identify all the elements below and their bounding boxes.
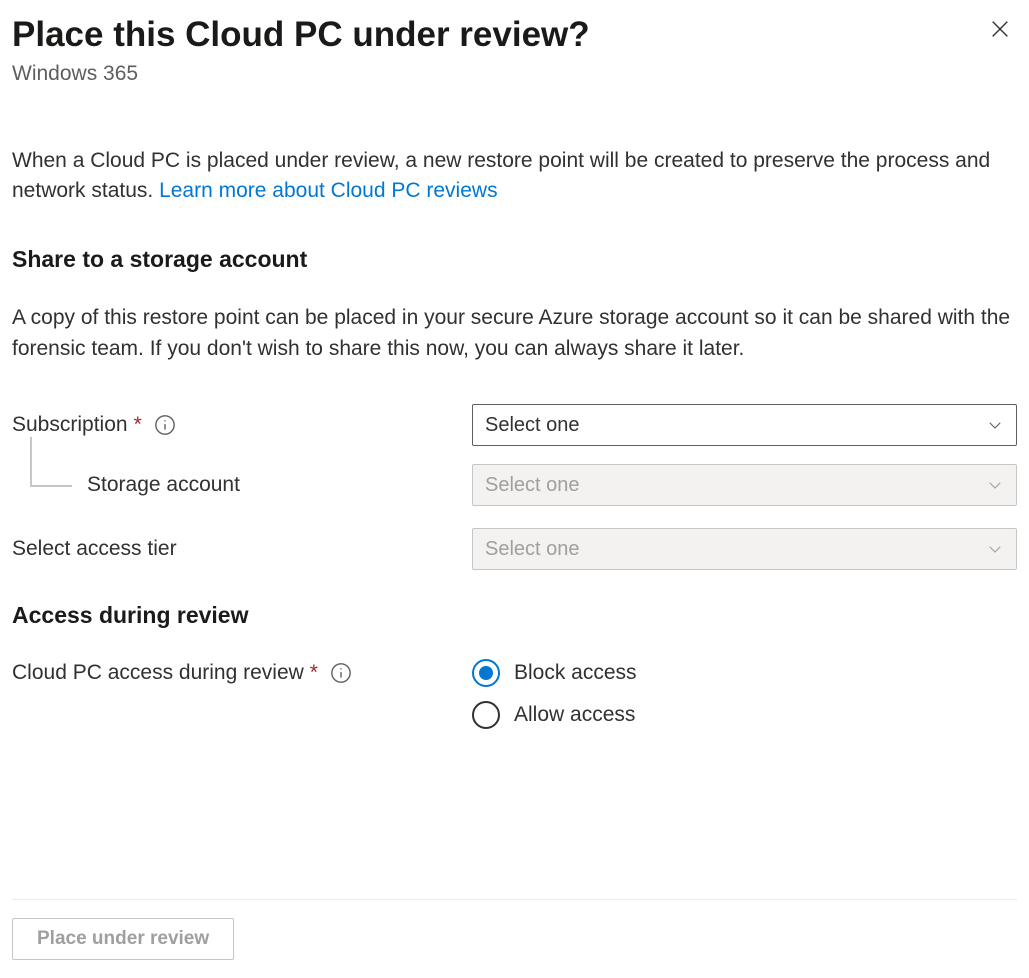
storage-account-placeholder: Select one xyxy=(485,474,580,497)
radio-block-label: Block access xyxy=(514,661,637,685)
share-section-description: A copy of this restore point can be plac… xyxy=(12,303,1017,364)
access-tier-label: Select access tier xyxy=(12,537,177,561)
info-icon[interactable] xyxy=(154,414,176,436)
radio-allow-label: Allow access xyxy=(514,703,635,727)
access-section-heading: Access during review xyxy=(12,602,1017,629)
radio-allow-access[interactable]: Allow access xyxy=(472,701,1017,729)
close-icon xyxy=(989,18,1011,43)
radio-indicator xyxy=(472,701,500,729)
access-tier-dropdown: Select one xyxy=(472,528,1017,570)
place-under-review-button[interactable]: Place under review xyxy=(12,918,234,960)
indent-connector xyxy=(30,437,72,487)
access-tier-placeholder: Select one xyxy=(485,538,580,561)
dialog-title: Place this Cloud PC under review? xyxy=(12,12,590,58)
info-icon[interactable] xyxy=(330,662,352,684)
chevron-down-icon xyxy=(986,476,1004,494)
dialog-subtitle: Windows 365 xyxy=(12,62,1017,86)
share-section-heading: Share to a storage account xyxy=(12,246,1017,273)
subscription-dropdown[interactable]: Select one xyxy=(472,404,1017,446)
access-during-review-label: Cloud PC access during review xyxy=(12,661,304,685)
subscription-label: Subscription xyxy=(12,413,128,437)
subscription-placeholder: Select one xyxy=(485,414,580,437)
storage-account-dropdown: Select one xyxy=(472,464,1017,506)
radio-indicator-selected xyxy=(472,659,500,687)
intro-paragraph: When a Cloud PC is placed under review, … xyxy=(12,146,1017,207)
chevron-down-icon xyxy=(986,540,1004,558)
radio-block-access[interactable]: Block access xyxy=(472,659,1017,687)
learn-more-link[interactable]: Learn more about Cloud PC reviews xyxy=(159,179,498,202)
storage-account-label: Storage account xyxy=(87,473,240,497)
chevron-down-icon xyxy=(986,416,1004,434)
required-indicator: * xyxy=(134,413,142,437)
required-indicator: * xyxy=(310,661,318,685)
close-button[interactable] xyxy=(983,12,1017,49)
